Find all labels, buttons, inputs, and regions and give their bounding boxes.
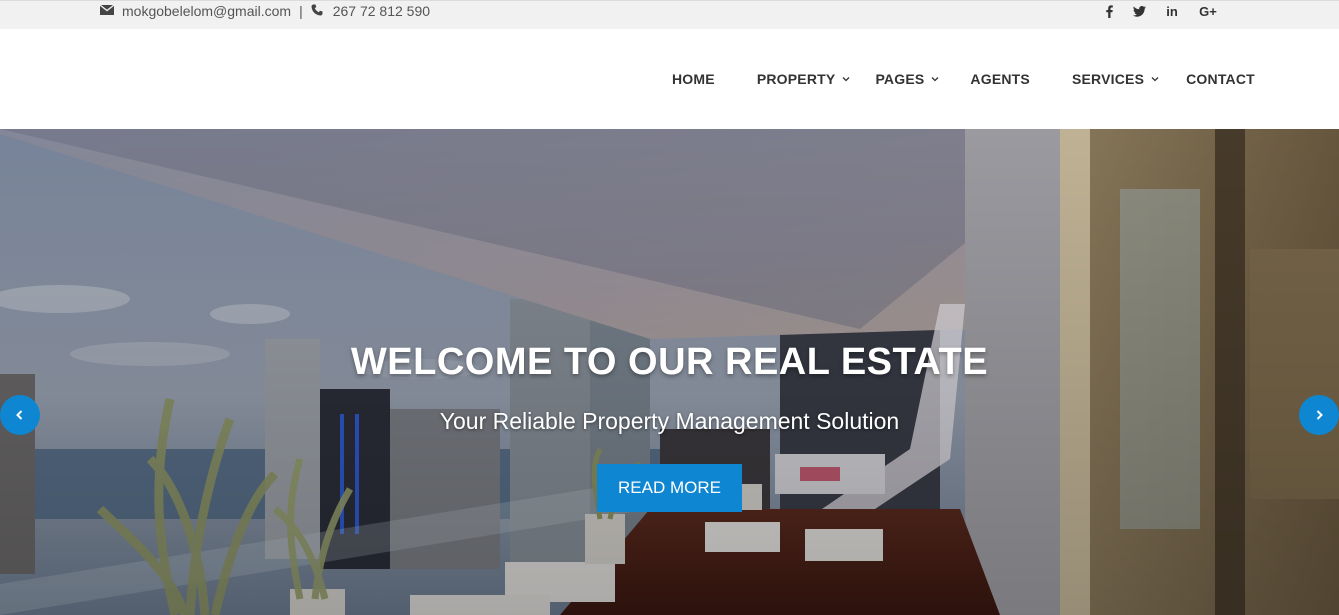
phone-icon [311,4,325,18]
contact-info: mokgobelelom@gmail.com | 267 72 812 590 [100,1,430,21]
nav-home-label: HOME [672,71,715,87]
hero-subtitle: Your Reliable Property Management Soluti… [439,408,900,434]
top-bar: mokgobelelom@gmail.com | 267 72 812 590 … [0,0,1339,29]
slider-next-button[interactable] [1299,395,1339,435]
chevron-right-icon [1316,410,1323,420]
contact-phone[interactable]: 267 72 812 590 [333,3,430,19]
facebook-icon[interactable] [1105,3,1113,19]
nav-services[interactable]: SERVICES [1072,71,1160,87]
nav-pages-label: PAGES [875,71,925,87]
nav-contact[interactable]: CONTACT [1186,71,1255,87]
chevron-down-icon [842,77,850,82]
site-header: HOME PROPERTY PAGES AGENTS SERVICES CONT… [0,29,1339,129]
twitter-icon[interactable] [1132,3,1146,19]
nav-services-label: SERVICES [1071,71,1145,87]
chevron-down-icon [1151,77,1159,82]
google-plus-icon[interactable]: G+ [1198,3,1218,19]
nav-contact-label: CONTACT [1186,71,1255,87]
nav-agents[interactable]: AGENTS [970,71,1030,87]
hero-title: WELCOME TO OUR REAL ESTATE [350,341,989,383]
nav-property-label: PROPERTY [756,71,836,87]
envelope-icon [100,4,114,18]
nav-property[interactable]: PROPERTY [757,71,852,87]
contact-email[interactable]: mokgobelelom@gmail.com [122,3,291,19]
contact-separator: | [299,3,303,19]
nav-pages[interactable]: PAGES [875,71,940,87]
slider-prev-button[interactable] [0,395,40,435]
chevron-left-icon [16,410,23,420]
linkedin-icon[interactable]: in [1165,3,1179,19]
main-nav: HOME PROPERTY PAGES AGENTS SERVICES CONT… [672,29,1255,129]
read-more-button[interactable]: READ MORE [597,464,742,512]
nav-home[interactable]: HOME [672,71,715,87]
nav-agents-label: AGENTS [970,71,1030,87]
social-links: in G+ [1105,1,1218,21]
hero-slider: WELCOME TO OUR REAL ESTATE Your Reliable… [0,129,1339,615]
chevron-down-icon [931,77,939,82]
